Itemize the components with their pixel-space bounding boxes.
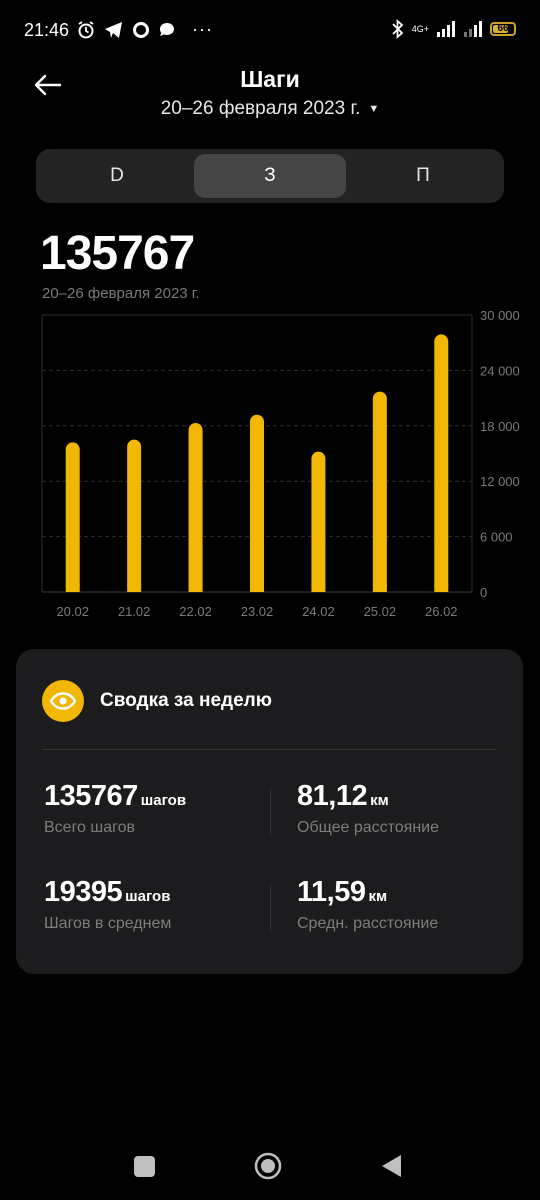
steps-bar-chart: 0 6 000 12 000 18 000 24 000 30 000 20.02 21.02… [41, 308, 520, 619]
x-tick-label: 25.02 [364, 604, 397, 619]
x-tick-label: 22.02 [179, 604, 212, 619]
metric-average-distance: 11,59 км Средн. расстояние [297, 876, 438, 933]
x-tick-label: 23.02 [241, 604, 274, 619]
metric-average-steps: 19395 шагов Шагов в среднем [44, 876, 171, 933]
y-tick-label: 30 000 [480, 308, 520, 323]
x-tick-label: 21.02 [118, 604, 151, 619]
ring-icon [133, 21, 149, 38]
signal-strength-icon [437, 21, 455, 37]
chart-bar-base [311, 584, 326, 592]
back-nav-button[interactable] [382, 1155, 401, 1177]
metric-label: Средн. расстояние [297, 915, 439, 932]
card-divider [42, 749, 497, 750]
y-tick-label: 24 000 [480, 363, 520, 378]
total-steps: 135767 [40, 227, 195, 280]
metric-value: 11,59 [297, 876, 366, 908]
metric-label: Шагов в среднем [44, 915, 172, 932]
chart-bar [372, 391, 387, 592]
telegram-icon [105, 21, 122, 38]
tab-day[interactable]: D [41, 154, 193, 198]
system-navigation-bar [134, 1152, 401, 1180]
metric-unit: км [368, 888, 388, 905]
weekly-summary-card: Сводка за неделю 135767 шагов Всего шагов… [16, 649, 523, 974]
eye-icon [42, 680, 84, 722]
chart-bar [188, 423, 203, 592]
y-tick-label: 18 000 [480, 419, 520, 434]
status-bar: 21:46 ··· 4G+ 66 [0, 0, 540, 62]
network-type-label: 4G+ [411, 24, 429, 34]
chart-bar-base [127, 584, 142, 592]
metric-total-steps: 135767 шагов Всего шагов [44, 780, 186, 837]
status-system-icons: 4G+ 66 [391, 19, 516, 39]
metric-label: Всего шагов [44, 819, 136, 836]
y-tick-label: 6 000 [480, 530, 513, 545]
tab-week[interactable]: З [194, 154, 346, 198]
metric-value: 19395 [44, 876, 123, 908]
x-tick-label: 24.02 [302, 604, 335, 619]
metric-separator [270, 885, 271, 931]
y-tick-label: 0 [480, 585, 487, 600]
x-tick-label: 20.02 [56, 604, 89, 619]
chat-icon [160, 22, 174, 36]
metric-unit: шагов [140, 792, 187, 809]
weekly-summary-title: Сводка за неделю [100, 690, 272, 711]
chart-bar-base [65, 584, 80, 592]
recent-apps-button[interactable] [134, 1156, 155, 1177]
tab-month[interactable]: П [347, 154, 499, 198]
chart-bar-base [372, 584, 387, 592]
triangle-back-icon [382, 1155, 401, 1177]
y-tick-label: 12 000 [480, 474, 520, 489]
period-selector[interactable]: 20–26 февраля 2023 г. ▼ [0, 98, 540, 120]
metric-separator [270, 789, 271, 835]
more-notifications-icon: ··· [192, 19, 213, 39]
metric-value: 135767 [44, 780, 138, 812]
chart-bar-base [188, 584, 203, 592]
page-title: Шаги [240, 66, 300, 92]
chart-bar [434, 334, 449, 592]
chart-bar [311, 451, 326, 592]
x-tick-label: 26.02 [425, 604, 458, 619]
metric-unit: шагов [125, 888, 171, 905]
bluetooth-icon [392, 19, 404, 39]
metric-label: Общее расстояние [297, 819, 440, 836]
square-icon [134, 1156, 155, 1177]
signal-strength-2-icon [464, 21, 482, 37]
status-time: 21:46 [24, 20, 70, 40]
battery-level: 66 [497, 23, 509, 34]
chart-bar [65, 442, 80, 592]
alarm-icon [78, 20, 94, 38]
metric-value: 81,12 [297, 780, 368, 812]
chart-bar-base [250, 584, 264, 592]
status-notification-icons: ··· [76, 19, 213, 40]
metric-unit: км [370, 792, 389, 809]
chart-bar-base [434, 584, 449, 592]
period-tabs: D З П [36, 149, 504, 203]
battery-icon: 66 [490, 22, 516, 36]
period-label: 20–26 февраля 2023 г. [160, 98, 361, 119]
home-button[interactable] [254, 1152, 282, 1180]
chart-bar [127, 439, 142, 592]
metric-total-distance: 81,12 км Общее расстояние [297, 780, 439, 837]
chart-bar [250, 414, 264, 592]
caret-down-icon: ▼ [368, 102, 380, 115]
